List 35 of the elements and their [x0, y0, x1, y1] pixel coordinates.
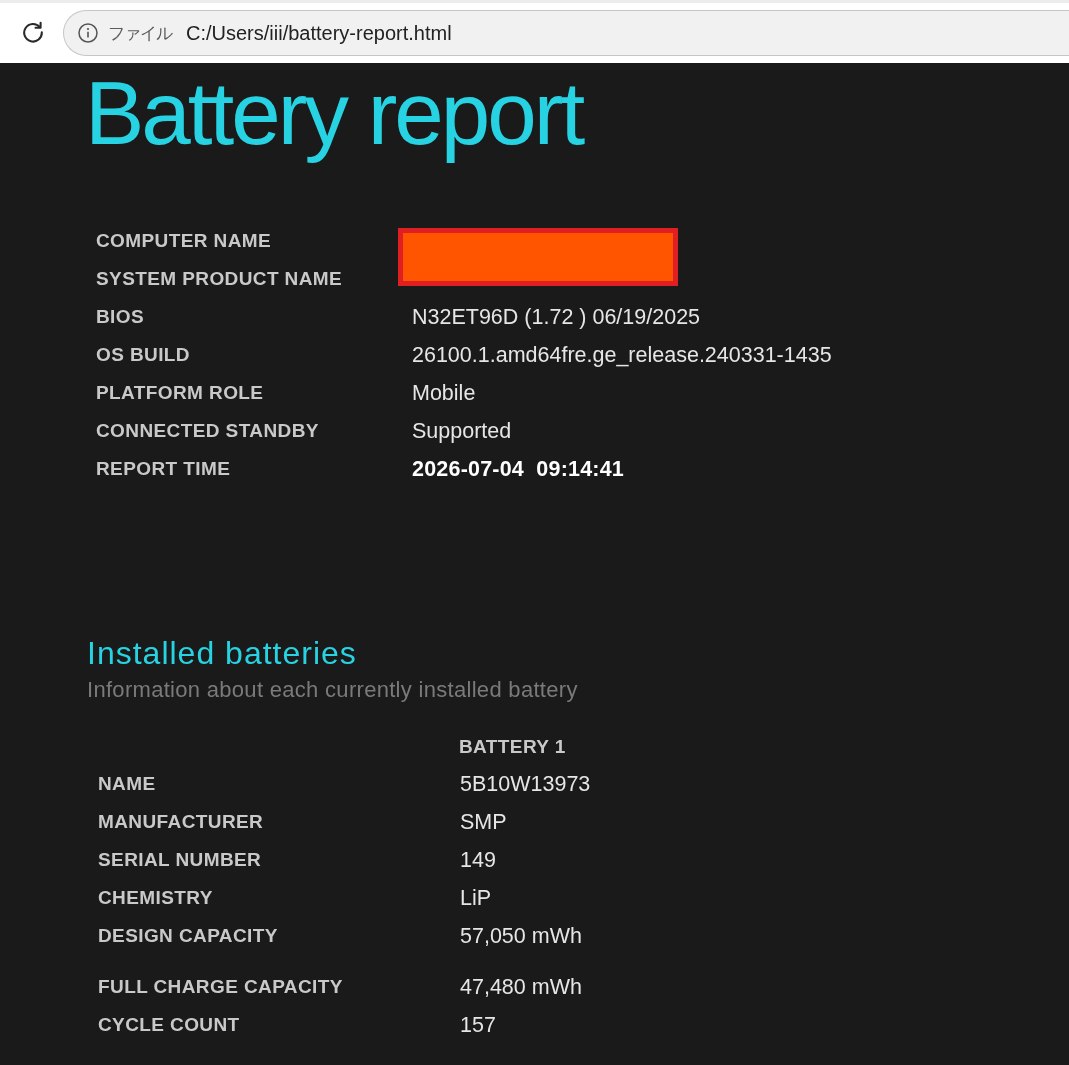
report-title: Battery report	[85, 63, 584, 163]
address-bar[interactable]: ファイル C:/Users/iii/battery-report.html	[63, 10, 1069, 56]
field-value: 57,050 mWh	[460, 923, 582, 949]
field-value: Supported	[412, 418, 512, 444]
field-label: DESIGN CAPACITY	[98, 925, 278, 947]
field-value: 26100.1.amd64fre.ge_release.240331-1435	[412, 342, 832, 368]
reload-icon	[22, 21, 44, 43]
field-label: CYCLE COUNT	[98, 1014, 240, 1036]
field-label: PLATFORM ROLE	[96, 382, 264, 404]
field-label: OS BUILD	[96, 344, 190, 366]
section-subtitle: Information about each currently installed battery	[87, 676, 578, 704]
field-value: 157	[460, 1012, 496, 1038]
field-label: BIOS	[96, 306, 145, 328]
field-label: CONNECTED STANDBY	[96, 420, 319, 442]
field-label: FULL CHARGE CAPACITY	[98, 976, 343, 998]
field-value: 5B10W13973	[460, 771, 591, 797]
field-label: SERIAL NUMBER	[98, 849, 262, 871]
column-header: BATTERY 1	[459, 736, 566, 758]
field-label: MANUFACTURER	[98, 811, 264, 833]
url-text[interactable]: C:/Users/iii/battery-report.html	[186, 21, 452, 45]
field-label: REPORT TIME	[96, 458, 231, 480]
field-value: 47,480 mWh	[460, 974, 582, 1000]
field-value: Mobile	[412, 380, 476, 406]
field-value: 149	[460, 847, 496, 873]
field-label: COMPUTER NAME	[96, 230, 272, 252]
field-label: SYSTEM PRODUCT NAME	[96, 268, 343, 290]
field-value: LiP	[460, 885, 492, 911]
info-icon[interactable]	[78, 23, 98, 43]
field-label: CHEMISTRY	[98, 887, 213, 909]
file-scheme-label: ファイル	[108, 22, 172, 45]
field-value: 2026-07-04 09:14:41	[412, 456, 624, 482]
field-value: N32ET96D (1.72 ) 06/19/2025	[412, 304, 701, 330]
section-heading: Installed batteries	[87, 634, 357, 673]
field-value: SMP	[460, 809, 507, 835]
field-label: NAME	[98, 773, 156, 795]
